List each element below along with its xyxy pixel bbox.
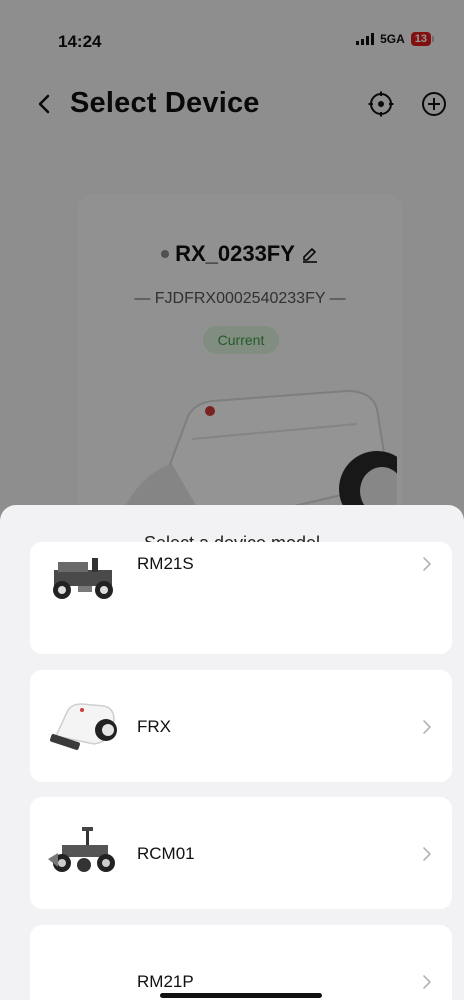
device-model-sheet: Select a device model RM21S (0, 505, 464, 1000)
model-item-frx[interactable]: FRX (30, 670, 452, 782)
model-item-rm21p[interactable]: RM21P (30, 925, 452, 1000)
chevron-right-icon (423, 847, 431, 861)
home-indicator (160, 993, 322, 998)
chevron-right-icon (423, 720, 431, 734)
chevron-right-icon (423, 975, 431, 989)
rm21s-robot-image (53, 558, 113, 599)
rcm01-robot-image (48, 827, 115, 872)
model-item-rm21s[interactable]: RM21S (30, 542, 452, 654)
model-item-rcm01[interactable]: RCM01 (30, 797, 452, 909)
chevron-right-icon (423, 557, 431, 571)
model-label: RCM01 (137, 844, 195, 863)
model-label: FRX (137, 717, 171, 736)
frx-mower-image (50, 703, 117, 750)
model-label: RM21P (137, 972, 194, 991)
model-label: RM21S (137, 554, 194, 573)
